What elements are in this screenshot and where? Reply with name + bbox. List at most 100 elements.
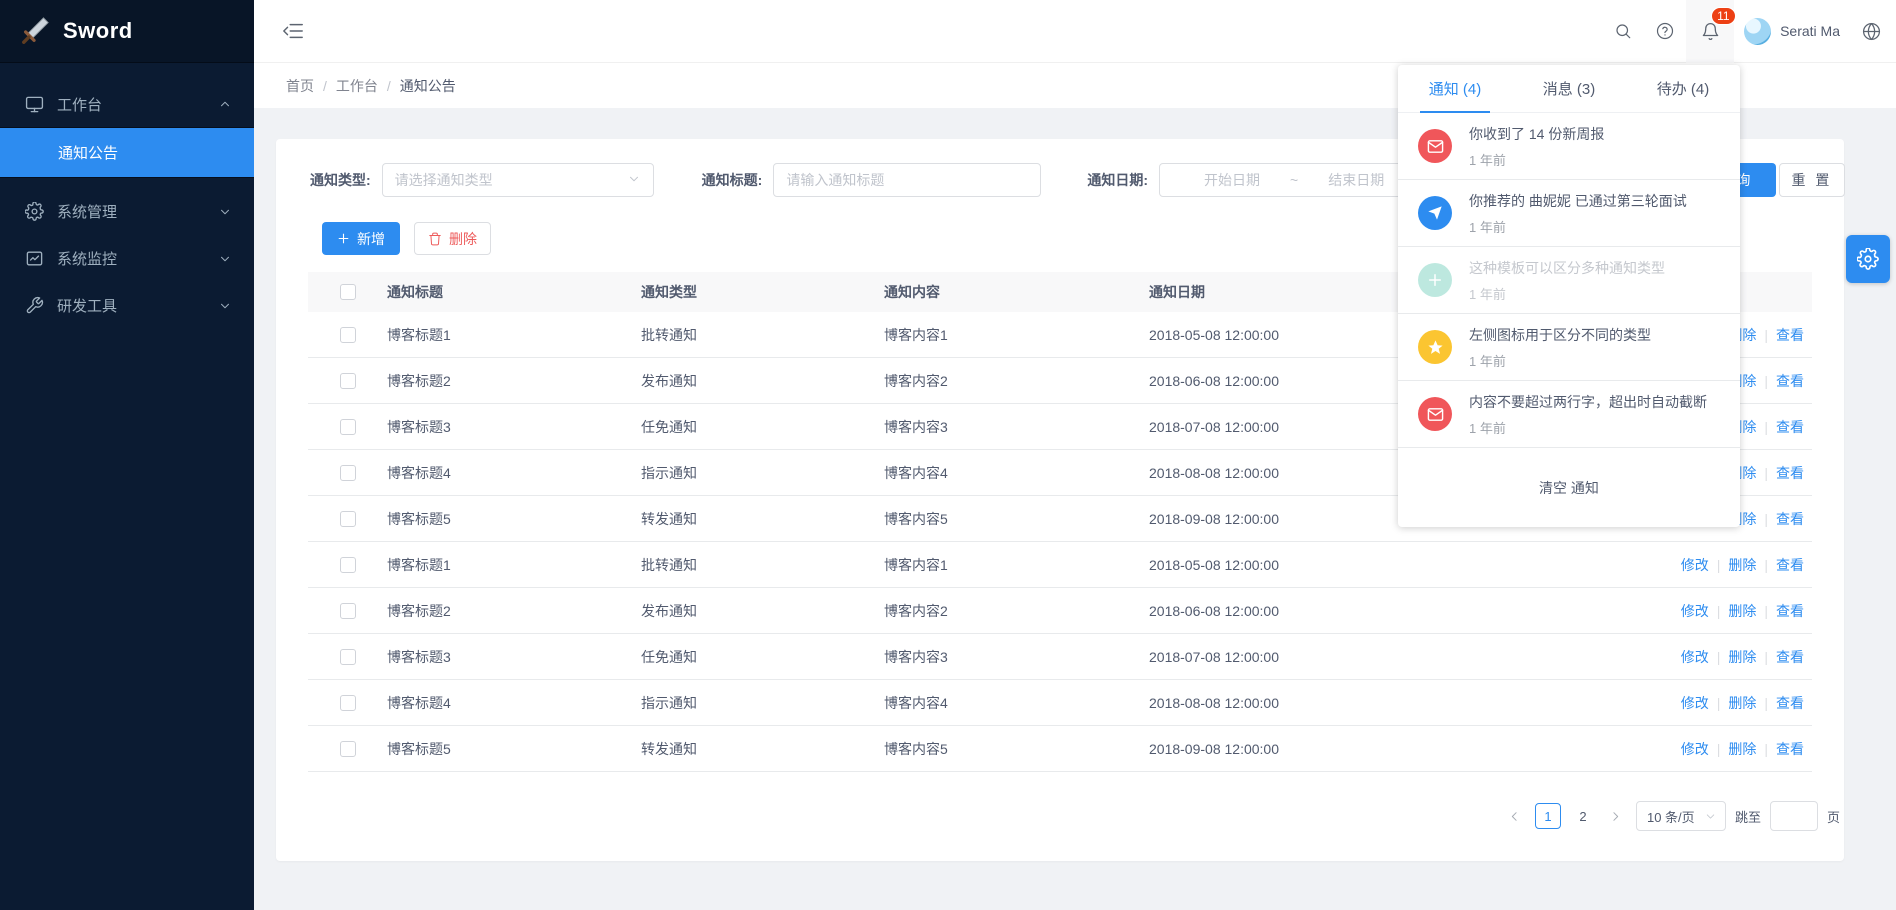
username: Serati Ma [1780, 23, 1840, 39]
breadcrumb-current: 通知公告 [400, 76, 456, 96]
page-size-select[interactable]: 10 条/页 [1636, 801, 1726, 831]
cell-content: 博客内容2 [884, 371, 1149, 391]
sidebar-item-system-monitor[interactable]: 系统监控 [0, 235, 254, 282]
delete-link[interactable]: 删除 [1728, 739, 1756, 759]
row-checkbox[interactable] [340, 741, 356, 757]
user-menu[interactable]: Serati Ma [1734, 0, 1850, 62]
menu-fold-icon[interactable] [278, 0, 308, 63]
edit-link[interactable]: 修改 [1681, 555, 1709, 575]
chevron-down-icon [627, 172, 641, 189]
notification-time: 1 年前 [1469, 351, 1651, 370]
row-checkbox[interactable] [340, 465, 356, 481]
clear-notifications-button[interactable]: 清空 通知 [1398, 448, 1740, 527]
globe-icon[interactable] [1850, 0, 1892, 63]
notification-title: 你收到了 14 份新周报 [1469, 124, 1604, 144]
notification-time: 1 年前 [1469, 284, 1665, 303]
cell-content: 博客内容5 [884, 509, 1149, 529]
cell-date: 2018-06-08 12:00:00 [1149, 603, 1597, 619]
app-logo-text: Sword [63, 18, 133, 44]
prev-page-icon[interactable] [1504, 810, 1526, 823]
tab-todos[interactable]: 待办 (4) [1626, 65, 1740, 112]
mail-icon [1418, 397, 1452, 431]
sidebar-item-notice[interactable]: 通知公告 [0, 128, 254, 178]
view-link[interactable]: 查看 [1776, 463, 1804, 483]
cell-content: 博客内容4 [884, 693, 1149, 713]
delete-link[interactable]: 删除 [1728, 601, 1756, 621]
view-link[interactable]: 查看 [1776, 509, 1804, 529]
delete-link[interactable]: 删除 [1728, 693, 1756, 713]
notification-item[interactable]: 你收到了 14 份新周报 1 年前 [1398, 113, 1740, 180]
reset-button[interactable]: 重 置 [1779, 163, 1845, 197]
cell-type: 任免通知 [641, 647, 884, 667]
sidebar-item-label: 工作台 [57, 94, 102, 115]
sidebar-item-workbench[interactable]: 工作台 [0, 81, 254, 128]
notification-item[interactable]: 你推荐的 曲妮妮 已通过第三轮面试 1 年前 [1398, 180, 1740, 247]
row-checkbox[interactable] [340, 557, 356, 573]
theme-settings-button[interactable] [1846, 235, 1890, 283]
delete-button[interactable]: 删除 [414, 222, 491, 255]
sidebar-item-system-admin[interactable]: 系统管理 [0, 188, 254, 235]
chevron-down-icon [218, 299, 232, 313]
row-checkbox[interactable] [340, 511, 356, 527]
tab-notices[interactable]: 通知 (4) [1398, 65, 1512, 112]
view-link[interactable]: 查看 [1776, 647, 1804, 667]
cell-title: 博客标题2 [387, 371, 641, 391]
help-icon[interactable] [1644, 0, 1686, 63]
next-page-icon[interactable] [1605, 810, 1627, 823]
plus-icon [1418, 263, 1452, 297]
gear-icon [24, 202, 44, 222]
notification-item[interactable]: 内容不要超过两行字，超出时自动截断 1 年前 [1398, 381, 1740, 448]
delete-link[interactable]: 删除 [1728, 555, 1756, 575]
view-link[interactable]: 查看 [1776, 693, 1804, 713]
cell-type: 发布通知 [641, 371, 884, 391]
notification-item[interactable]: 这种模板可以区分多种通知类型 1 年前 [1398, 247, 1740, 314]
edit-link[interactable]: 修改 [1681, 647, 1709, 667]
jump-page-input[interactable] [1770, 801, 1818, 831]
cell-type: 转发通知 [641, 739, 884, 759]
sidebar: Sword 工作台 通知公告 系统管理 [0, 0, 254, 910]
notification-time: 1 年前 [1469, 418, 1707, 437]
bell-icon[interactable]: 11 [1686, 0, 1734, 63]
breadcrumb-separator: / [323, 78, 327, 94]
row-checkbox[interactable] [340, 649, 356, 665]
notification-time: 1 年前 [1469, 217, 1687, 236]
notice-type-select[interactable]: 请选择通知类型 [382, 163, 654, 197]
breadcrumb-home[interactable]: 首页 [286, 76, 314, 96]
delete-link[interactable]: 删除 [1728, 647, 1756, 667]
date-end-placeholder: 结束日期 [1328, 170, 1384, 190]
send-icon [1418, 196, 1452, 230]
sidebar-item-dev-tools[interactable]: 研发工具 [0, 282, 254, 329]
select-all-checkbox[interactable] [340, 284, 356, 300]
page-2[interactable]: 2 [1570, 803, 1596, 829]
notification-title: 这种模板可以区分多种通知类型 [1469, 258, 1665, 278]
cell-title: 博客标题1 [387, 325, 641, 345]
breadcrumb-workbench[interactable]: 工作台 [336, 76, 378, 96]
notice-title-input[interactable]: 请输入通知标题 [773, 163, 1041, 197]
table-row: 博客标题5 转发通知 博客内容5 2018-09-08 12:00:00 修改 … [308, 726, 1812, 772]
view-link[interactable]: 查看 [1776, 417, 1804, 437]
view-link[interactable]: 查看 [1776, 555, 1804, 575]
edit-link[interactable]: 修改 [1681, 693, 1709, 713]
cell-title: 博客标题1 [387, 555, 641, 575]
add-button[interactable]: 新增 [322, 222, 400, 255]
search-icon[interactable] [1602, 0, 1644, 63]
row-checkbox[interactable] [340, 603, 356, 619]
table-row: 博客标题2 发布通知 博客内容2 2018-06-08 12:00:00 修改 … [308, 588, 1812, 634]
page-1[interactable]: 1 [1535, 803, 1561, 829]
notification-time: 1 年前 [1469, 150, 1604, 169]
date-separator: ~ [1290, 172, 1298, 188]
notification-title: 你推荐的 曲妮妮 已通过第三轮面试 [1469, 191, 1687, 211]
edit-link[interactable]: 修改 [1681, 739, 1709, 759]
edit-link[interactable]: 修改 [1681, 601, 1709, 621]
notification-item[interactable]: 左侧图标用于区分不同的类型 1 年前 [1398, 314, 1740, 381]
avatar [1744, 18, 1771, 45]
row-checkbox[interactable] [340, 373, 356, 389]
view-link[interactable]: 查看 [1776, 601, 1804, 621]
row-checkbox[interactable] [340, 695, 356, 711]
view-link[interactable]: 查看 [1776, 371, 1804, 391]
row-checkbox[interactable] [340, 419, 356, 435]
view-link[interactable]: 查看 [1776, 739, 1804, 759]
tab-messages[interactable]: 消息 (3) [1512, 65, 1626, 112]
row-checkbox[interactable] [340, 327, 356, 343]
view-link[interactable]: 查看 [1776, 325, 1804, 345]
